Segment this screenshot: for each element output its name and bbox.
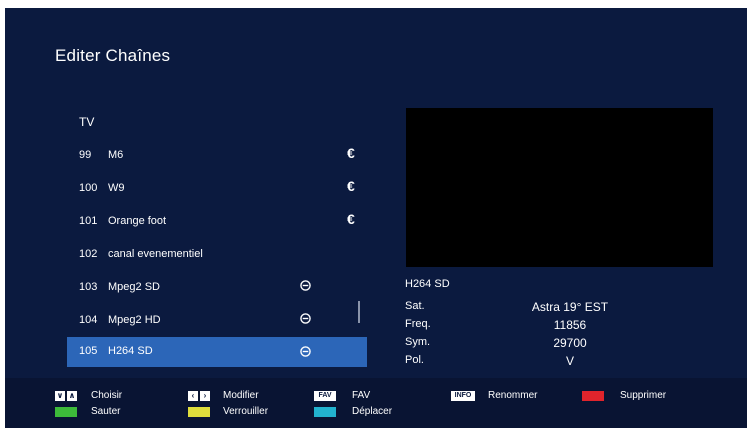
blue-key-icon bbox=[314, 407, 336, 417]
channel-row[interactable]: 100 W9 € bbox=[67, 172, 367, 205]
red-key-icon bbox=[582, 391, 604, 401]
channel-row[interactable]: 104 Mpeg2 HD bbox=[67, 304, 367, 337]
channel-number: 103 bbox=[79, 281, 98, 293]
pay-channel-icon: € bbox=[347, 178, 355, 194]
page-title: Editer Chaînes bbox=[55, 46, 171, 65]
channel-number: 100 bbox=[79, 182, 98, 194]
sym-value: 29700 bbox=[553, 336, 587, 350]
channel-name: Orange foot bbox=[108, 215, 167, 227]
channel-row[interactable]: 101 Orange foot € bbox=[67, 205, 367, 238]
video-preview bbox=[406, 108, 713, 267]
left-right-key-icon: ‹ › bbox=[188, 391, 210, 401]
yellow-key-icon bbox=[188, 407, 210, 417]
channel-number: 101 bbox=[79, 215, 98, 227]
channel-list[interactable]: 99 M6 € 100 W9 € 101 Orange foot € 102 c… bbox=[67, 139, 367, 367]
skip-icon bbox=[300, 313, 311, 324]
freq-label: Freq. bbox=[405, 318, 431, 330]
channel-name: H264 SD bbox=[108, 345, 153, 357]
sym-label: Sym. bbox=[405, 336, 431, 348]
channel-row[interactable]: 102 canal evenementiel bbox=[67, 238, 367, 271]
pol-value: V bbox=[565, 354, 574, 368]
channel-name: canal evenementiel bbox=[108, 248, 203, 260]
channel-group-label: TV bbox=[79, 115, 95, 129]
channel-number: 104 bbox=[79, 314, 98, 326]
channel-number: 99 bbox=[79, 149, 92, 161]
pay-channel-icon: € bbox=[347, 145, 355, 161]
list-scrollbar[interactable] bbox=[358, 301, 360, 323]
channel-name: M6 bbox=[108, 149, 124, 161]
green-key-icon bbox=[55, 407, 77, 417]
channel-number: 105 bbox=[79, 345, 98, 357]
channel-row-selected[interactable]: 105 H264 SD bbox=[67, 337, 367, 367]
skip-icon bbox=[300, 346, 311, 357]
channel-row[interactable]: 99 M6 € bbox=[67, 139, 367, 172]
channel-editor-screen: Editer Chaînes TV 99 M6 € 100 W9 € 101 O… bbox=[5, 8, 747, 428]
pol-label: Pol. bbox=[405, 354, 424, 366]
channel-row[interactable]: 103 Mpeg2 SD bbox=[67, 271, 367, 304]
up-down-key-icon: ∨ ∧ bbox=[55, 391, 77, 401]
channel-name: W9 bbox=[108, 182, 125, 194]
channel-name: Mpeg2 SD bbox=[108, 281, 160, 293]
skip-icon bbox=[300, 280, 311, 291]
channel-number: 102 bbox=[79, 248, 98, 260]
channel-name: Mpeg2 HD bbox=[108, 314, 161, 326]
pay-channel-icon: € bbox=[347, 211, 355, 227]
info-channel-name: H264 SD bbox=[405, 278, 450, 290]
footer-legend: ∨ ∧ Choisir ‹ › Modifier FAV FAV INFO Reno… bbox=[5, 378, 747, 428]
info-key-icon: INFO bbox=[451, 391, 475, 401]
fav-key-icon: FAV bbox=[314, 391, 336, 401]
sat-value: Astra 19° EST bbox=[531, 300, 609, 314]
sat-label: Sat. bbox=[405, 300, 425, 312]
freq-value: 11856 bbox=[553, 318, 587, 332]
